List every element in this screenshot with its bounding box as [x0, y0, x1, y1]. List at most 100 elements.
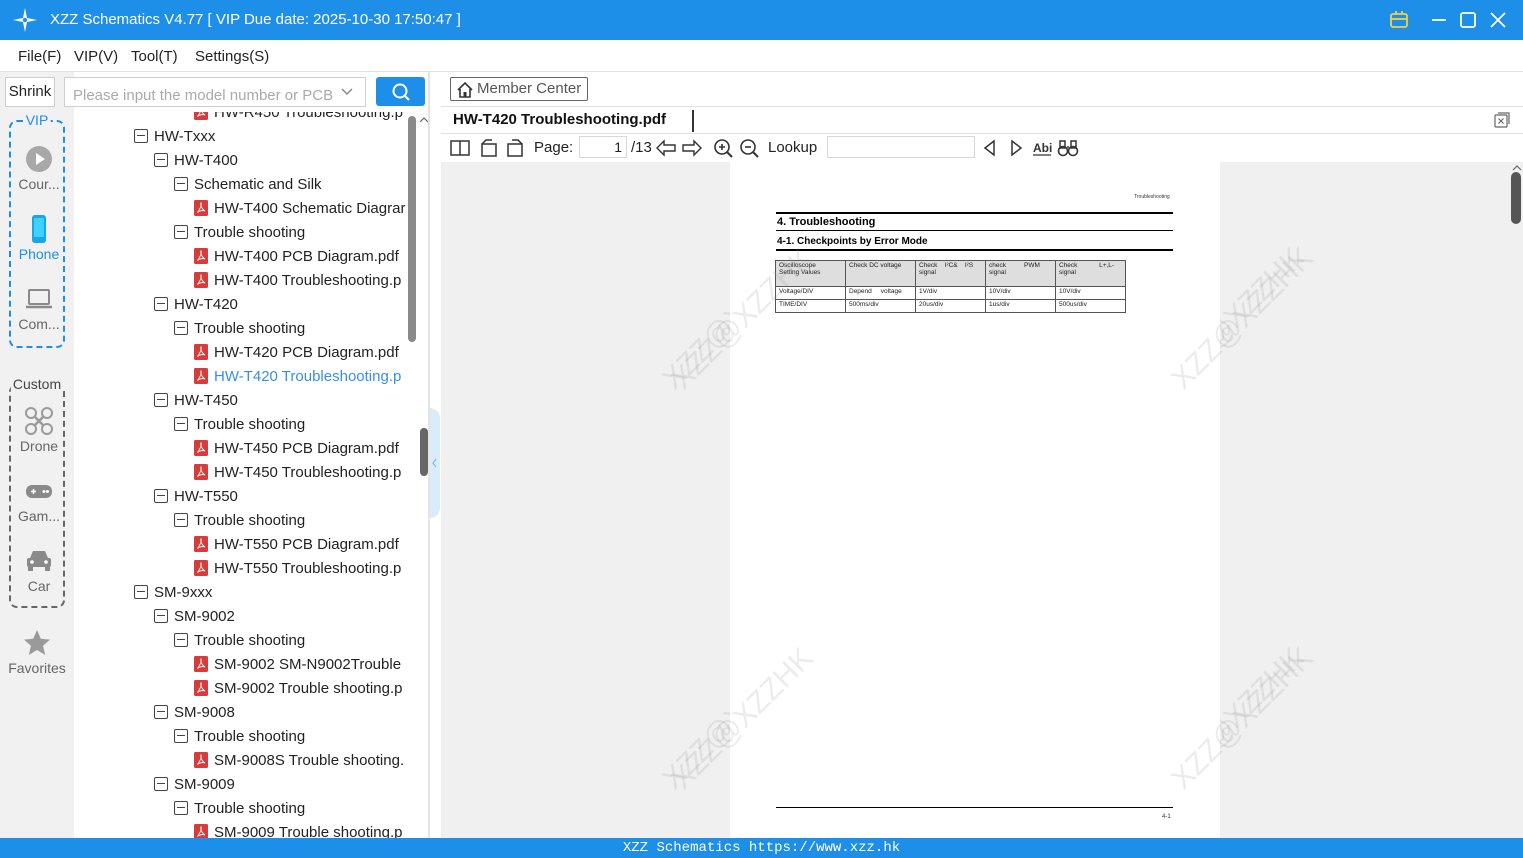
close-icon[interactable] — [1486, 8, 1510, 32]
sidebar-item-game[interactable]: Gam... — [11, 476, 67, 524]
collapse-toggle-icon[interactable] — [154, 393, 168, 407]
window-title: XZZ Schematics V4.77 [ VIP Due date: 202… — [50, 11, 461, 28]
tree-file-item[interactable]: HW-T420 PCB Diagram.pdf — [194, 340, 399, 364]
tree-file-item[interactable]: SM-9002 SM-N9002Trouble — [194, 652, 401, 676]
tree-folder-item[interactable]: HW-Txxx — [134, 124, 215, 148]
two-page-view-icon[interactable] — [449, 138, 471, 158]
tree-folder-item[interactable]: Trouble shooting — [174, 508, 305, 532]
find-previous-icon[interactable] — [979, 138, 1001, 158]
collapse-toggle-icon[interactable] — [174, 633, 188, 647]
binoculars-icon[interactable] — [1057, 138, 1079, 158]
menu-vip[interactable]: VIP(V) — [74, 48, 118, 65]
zoom-out-icon[interactable] — [738, 138, 760, 158]
tree-file-item[interactable]: HW-T450 Troubleshooting.p — [194, 460, 401, 484]
rotate-left-icon[interactable] — [478, 138, 500, 158]
tree-file-item[interactable]: HW-T420 Troubleshooting.p — [194, 364, 401, 388]
collapse-toggle-icon[interactable] — [134, 129, 148, 143]
tree-file-item[interactable]: SM-9002 Trouble shooting.p — [194, 676, 402, 700]
tree-folder-item[interactable]: Trouble shooting — [174, 628, 305, 652]
tree-item-label: HW-T400 Schematic Diagrar — [214, 199, 406, 217]
rotate-right-icon[interactable] — [504, 138, 526, 158]
collapse-toggle-icon[interactable] — [154, 153, 168, 167]
tree-folder-item[interactable]: SM-9002 — [154, 604, 235, 628]
sidebar-item-favorites[interactable]: Favorites — [0, 628, 74, 676]
tree-folder-item[interactable]: Trouble shooting — [174, 220, 305, 244]
sidebar-item-course[interactable]: Cour... — [11, 144, 67, 192]
tree-folder-item[interactable]: SM-9009 — [154, 772, 235, 796]
collapse-toggle-icon[interactable] — [154, 609, 168, 623]
collapse-toggle-icon[interactable] — [174, 225, 188, 239]
chevron-down-icon[interactable] — [340, 85, 354, 99]
sidebar-item-phone[interactable]: Phone — [11, 214, 67, 262]
collapse-toggle-icon[interactable] — [134, 585, 148, 599]
tree-folder-item[interactable]: SM-9008 — [154, 700, 235, 724]
tree-folder-item[interactable]: HW-T550 — [154, 484, 238, 508]
collapse-toggle-icon[interactable] — [174, 513, 188, 527]
minimize-icon[interactable] — [1427, 8, 1451, 32]
tree-folder-item[interactable]: Trouble shooting — [174, 796, 305, 820]
tree-file-item[interactable]: HW-T400 Schematic Diagrar — [194, 196, 405, 220]
tree-scrollbar[interactable] — [408, 116, 416, 342]
tree-file-item[interactable]: SM-9008S Trouble shooting. — [194, 748, 404, 772]
collapse-toggle-icon[interactable] — [174, 729, 188, 743]
tree-file-item[interactable]: HW-T450 PCB Diagram.pdf — [194, 436, 399, 460]
collapse-toggle-icon[interactable] — [174, 177, 188, 191]
close-tab-icon[interactable] — [1493, 111, 1511, 129]
scroll-up-icon[interactable] — [1511, 162, 1523, 172]
tree-folder-item[interactable]: Trouble shooting — [174, 412, 305, 436]
collapse-toggle-icon[interactable] — [174, 417, 188, 431]
collapse-toggle-icon[interactable] — [154, 777, 168, 791]
next-page-icon[interactable] — [681, 138, 703, 158]
tree-file-item[interactable]: HW-T400 PCB Diagram.pdf — [194, 244, 399, 268]
tree-folder-item[interactable]: SM-9xxx — [134, 580, 212, 604]
tab-document[interactable]: HW-T420 Troubleshooting.pdf — [453, 111, 666, 128]
pdf-file-icon — [194, 680, 208, 696]
tree-file-item[interactable]: HW-T550 Troubleshooting.p — [194, 556, 401, 580]
vip-crown-icon[interactable] — [1387, 8, 1411, 32]
page-number-input[interactable] — [579, 136, 627, 158]
tree-folder-item[interactable]: HW-T400 — [154, 148, 238, 172]
previous-page-icon[interactable] — [655, 138, 677, 158]
tree-folder-item[interactable]: Trouble shooting — [174, 724, 305, 748]
find-next-icon[interactable] — [1005, 138, 1027, 158]
menu-settings[interactable]: Settings(S) — [195, 48, 269, 65]
collapse-toggle-icon[interactable] — [154, 489, 168, 503]
tree-item-label: Trouble shooting — [194, 415, 306, 433]
shrink-button[interactable]: Shrink — [5, 77, 55, 107]
sidebar-item-computer[interactable]: Com... — [11, 284, 67, 332]
member-center-button[interactable]: Member Center — [450, 77, 588, 101]
tree-folder-item[interactable]: HW-T450 — [154, 388, 238, 412]
tree-file-item[interactable]: HW-T550 PCB Diagram.pdf — [194, 532, 399, 556]
tree-folder-item[interactable]: Trouble shooting — [174, 316, 305, 340]
tree-item-label: HW-T400 PCB Diagram.pdf — [214, 247, 399, 265]
tree-item-label: HW-T400 — [174, 151, 238, 169]
viewer-scrollbar[interactable] — [1511, 172, 1521, 224]
tree-folder-item[interactable]: Schematic and Silk — [174, 172, 322, 196]
tree-file-item[interactable]: SM-9009 Trouble shooting.p — [194, 820, 402, 838]
watermark: XZZ@XZZHK — [665, 641, 820, 796]
table-cell: 500us/div — [1055, 299, 1126, 313]
collapse-toggle-icon[interactable] — [174, 801, 188, 815]
search-input[interactable] — [64, 77, 366, 107]
tree-file-item[interactable]: HW-R450 Troubleshooting.p — [194, 112, 403, 124]
sidebar-item-car[interactable]: Car — [11, 546, 67, 594]
menu-tool[interactable]: Tool(T) — [131, 48, 178, 65]
collapse-toggle-icon[interactable] — [154, 297, 168, 311]
zoom-in-icon[interactable] — [712, 138, 734, 158]
collapse-toggle-icon[interactable] — [154, 705, 168, 719]
sidebar-item-drone[interactable]: Drone — [11, 406, 67, 454]
table-cell: 10V/div — [1055, 286, 1126, 300]
lookup-input[interactable] — [827, 136, 975, 158]
table-cell: 20us/div — [915, 299, 986, 313]
pdf-viewer[interactable]: XZZ@XZZHK XZZ@XZZHK XZZ@XZZHK XZZ@XZZHK … — [441, 162, 1523, 838]
maximize-icon[interactable] — [1456, 8, 1480, 32]
tree-file-item[interactable]: HW-T400 Troubleshooting.p — [194, 268, 401, 292]
search-button[interactable] — [376, 77, 425, 106]
panel-resize-handle[interactable] — [420, 428, 428, 476]
collapse-panel-tab[interactable] — [430, 408, 440, 518]
tree-folder-item[interactable]: HW-T420 — [154, 292, 238, 316]
menu-file[interactable]: File(F) — [18, 48, 61, 65]
match-case-icon[interactable]: Abi — [1031, 138, 1053, 158]
tree-item-label: Schematic and Silk — [194, 175, 322, 193]
collapse-toggle-icon[interactable] — [174, 321, 188, 335]
